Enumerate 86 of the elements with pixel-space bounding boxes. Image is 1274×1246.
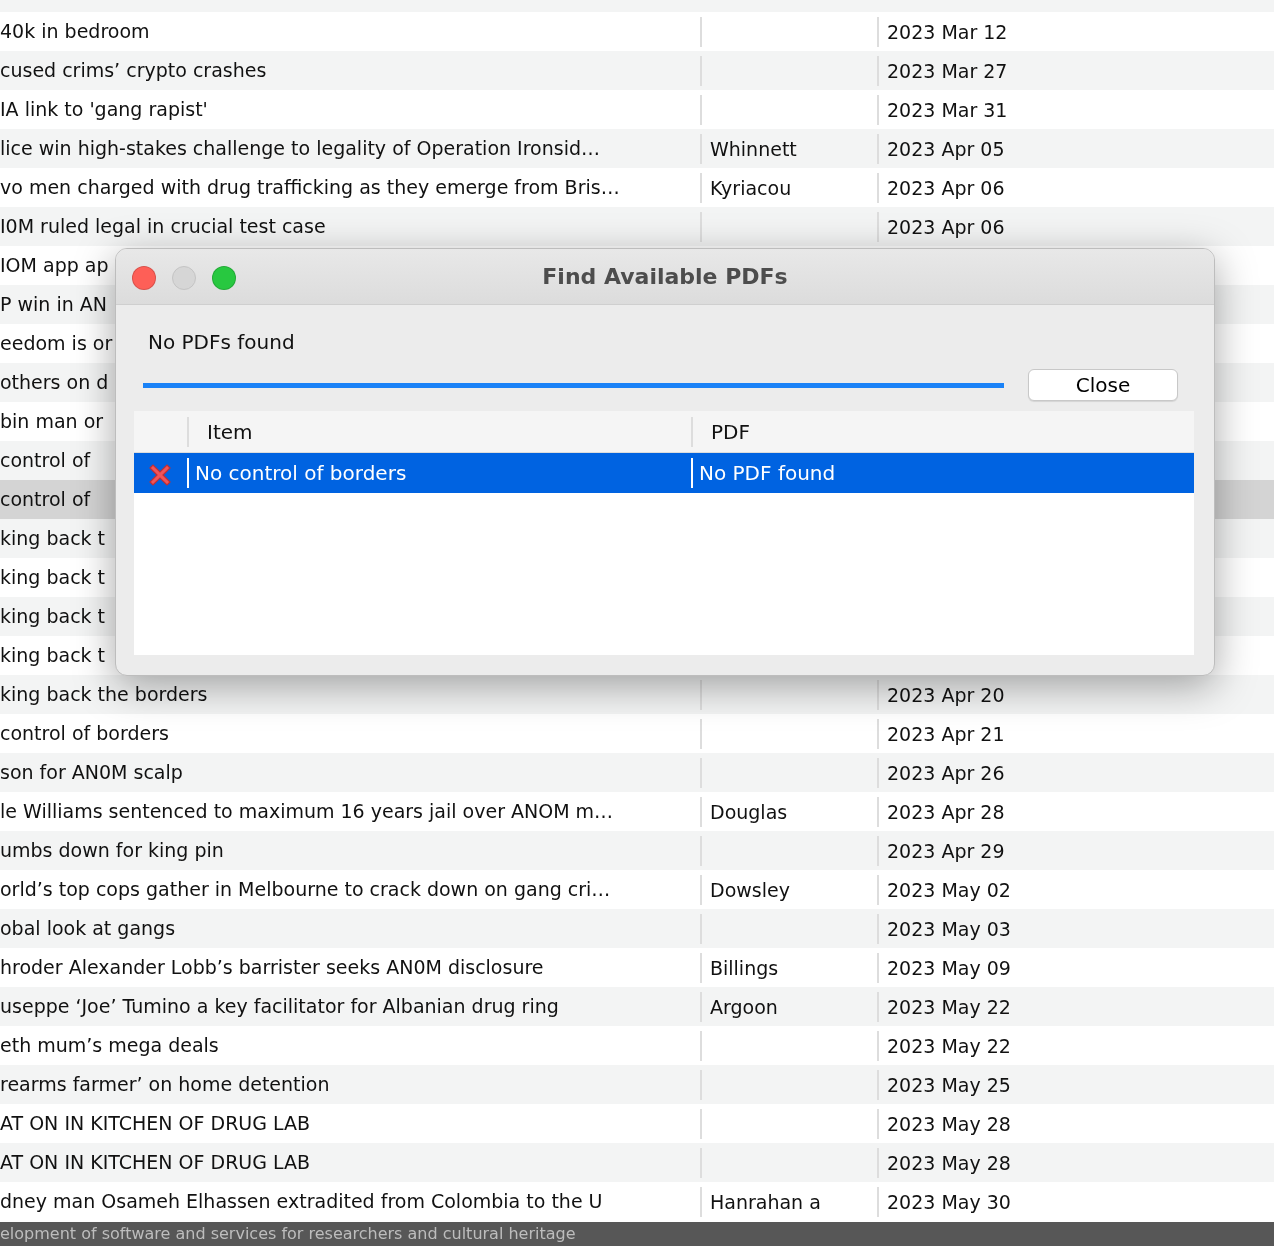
title-cell: rearms farmer’ on home detention: [0, 1073, 330, 1096]
date-cell: 2023 May 02: [887, 878, 1011, 901]
title-cell: umbs down for king pin: [0, 839, 224, 862]
creator-cell: Billings: [710, 956, 779, 979]
creator-cell: Kyriacou: [710, 176, 792, 199]
title-cell: 40k in bedroom: [0, 20, 150, 43]
table-row[interactable]: hroder Alexander Lobb’s barrister seeks AN0M disclosure Billings 2023 May 09: [0, 948, 1274, 987]
title-cell: control of: [0, 449, 91, 472]
title-cell: others on d: [0, 371, 109, 394]
title-cell: P win in AN: [0, 293, 107, 316]
column-header[interactable]: Item: [207, 419, 253, 444]
close-button[interactable]: Close: [1028, 369, 1178, 401]
title-cell: son for AN0M scalp: [0, 761, 183, 784]
table-row[interactable]: control of borders 2023 Apr 21: [0, 714, 1274, 753]
date-cell: 2023 Mar 27: [887, 59, 1008, 82]
table-row[interactable]: dney man Osameh Elhassen extradited from Colombia to the U Hanrahan a 2023 May 30: [0, 1182, 1274, 1221]
date-cell: 2023 May 22: [887, 1034, 1011, 1057]
date-cell: 2023 Apr 05: [887, 137, 1005, 160]
creator-cell: Argoon: [710, 995, 778, 1018]
table-row[interactable]: useppe ‘Joe’ Tumino a key facilitator for Albanian drug ring Argoon 2023 May 22: [0, 987, 1274, 1026]
table-row[interactable]: cused crims’ crypto crashes 2023 Mar 27: [0, 51, 1274, 90]
zoom-button[interactable]: [212, 266, 236, 290]
date-cell: 2023 Apr 29: [887, 839, 1005, 862]
title-cell: IA link to 'gang rapist': [0, 98, 208, 121]
date-cell: 2023 Apr 06: [887, 176, 1005, 199]
title-cell: dney man Osameh Elhassen extradited from Colombia to the U: [0, 1190, 603, 1213]
title-cell: le Williams sentenced to maximum 16 years jail over ANOM m…: [0, 800, 614, 823]
title-cell: king back t: [0, 527, 106, 550]
date-cell: 2023 Apr 21: [887, 722, 1005, 745]
title-cell: vo men charged with drug trafficking as they emerge from Bris…: [0, 176, 620, 199]
title-cell: king back t: [0, 605, 106, 628]
title-cell: lice win high-stakes challenge to legality of Operation Ironsid…: [0, 137, 600, 160]
window-title: Find Available PDFs: [542, 263, 788, 291]
title-cell: eth mum’s mega deals: [0, 1034, 219, 1057]
date-cell: 2023 May 09: [887, 956, 1011, 979]
title-cell: cused crims’ crypto crashes: [0, 59, 267, 82]
date-cell: 2023 Apr 20: [887, 683, 1005, 706]
creator-cell: Dowsley: [710, 878, 790, 901]
creator-cell: Douglas: [710, 800, 788, 823]
title-cell: AT ON IN KITCHEN OF DRUG LAB: [0, 1112, 311, 1135]
table-row[interactable]: vo men charged with drug trafficking as they emerge from Bris… Kyriacou 2023 Apr 06: [0, 168, 1274, 207]
date-cell: 2023 Mar 31: [887, 98, 1008, 121]
item-cell: No control of borders: [195, 461, 407, 485]
status-message: No PDFs found: [148, 330, 295, 354]
creator-cell: Hanrahan a: [710, 1190, 821, 1213]
close-button[interactable]: [132, 266, 156, 290]
banner: elopment of software and services for researchers and cultural heritage: [0, 1222, 1274, 1246]
title-cell: king back the borders: [0, 683, 208, 706]
table-row[interactable]: I0M ruled legal in crucial test case 2023 Apr 06: [0, 207, 1274, 246]
date-cell: 2023 Mar 12: [887, 20, 1008, 43]
title-cell: hroder Alexander Lobb’s barrister seeks AN0M disclosure: [0, 956, 544, 979]
date-cell: 2023 May 25: [887, 1073, 1011, 1096]
date-cell: 2023 Apr 28: [887, 800, 1005, 823]
pdf-cell: No PDF found: [699, 461, 836, 485]
title-cell: useppe ‘Joe’ Tumino a key facilitator for Albanian drug ring: [0, 995, 559, 1018]
table-row[interactable]: son for AN0M scalp 2023 Apr 26: [0, 753, 1274, 792]
title-cell: king back t: [0, 644, 106, 667]
title-cell: king back t: [0, 566, 106, 589]
table-row[interactable]: lice win high-stakes challenge to legality of Operation Ironsid… Whinnett 2023 Apr 05: [0, 129, 1274, 168]
table-row[interactable]: 40k in bedroom 2023 Mar 12: [0, 12, 1274, 51]
date-cell: 2023 May 28: [887, 1151, 1011, 1174]
title-cell: obal look at gangs: [0, 917, 176, 940]
table-row[interactable]: umbs down for king pin 2023 Apr 29: [0, 831, 1274, 870]
date-cell: 2023 May 22: [887, 995, 1011, 1018]
table-row[interactable]: obal look at gangs 2023 May 03: [0, 909, 1274, 948]
table-row[interactable]: king back the borders 2023 Apr 20: [0, 675, 1274, 714]
column-header[interactable]: PDF: [711, 419, 750, 444]
creator-cell: Whinnett: [710, 137, 797, 160]
table-row[interactable]: AT ON IN KITCHEN OF DRUG LAB 2023 May 28: [0, 1143, 1274, 1182]
title-cell: AT ON IN KITCHEN OF DRUG LAB: [0, 1151, 311, 1174]
table-row[interactable]: orld’s top cops gather in Melbourne to crack down on gang cri… Dowsley 2023 May 02: [0, 870, 1274, 909]
date-cell: 2023 May 28: [887, 1112, 1011, 1135]
title-cell: control of borders: [0, 722, 169, 745]
date-cell: 2023 Apr 06: [887, 215, 1005, 238]
table-row[interactable]: le Williams sentenced to maximum 16 years jail over ANOM m… Douglas 2023 Apr 28: [0, 792, 1274, 831]
date-cell: 2023 May 03: [887, 917, 1011, 940]
table-row[interactable]: eth mum’s mega deals 2023 May 22: [0, 1026, 1274, 1065]
date-cell: 2023 Apr 26: [887, 761, 1005, 784]
table-row[interactable]: AT ON IN KITCHEN OF DRUG LAB 2023 May 28: [0, 1104, 1274, 1143]
table-row[interactable]: rearms farmer’ on home detention 2023 May 25: [0, 1065, 1274, 1104]
title-cell: I0M ruled legal in crucial test case: [0, 215, 326, 238]
table-row[interactable]: No control of borders No PDF found: [134, 453, 1194, 493]
title-cell: orld’s top cops gather in Melbourne to crack down on gang cri…: [0, 878, 611, 901]
title-cell: control of: [0, 488, 91, 511]
table-row[interactable]: IA link to 'gang rapist' 2023 Mar 31: [0, 90, 1274, 129]
date-cell: 2023 May 30: [887, 1190, 1011, 1213]
